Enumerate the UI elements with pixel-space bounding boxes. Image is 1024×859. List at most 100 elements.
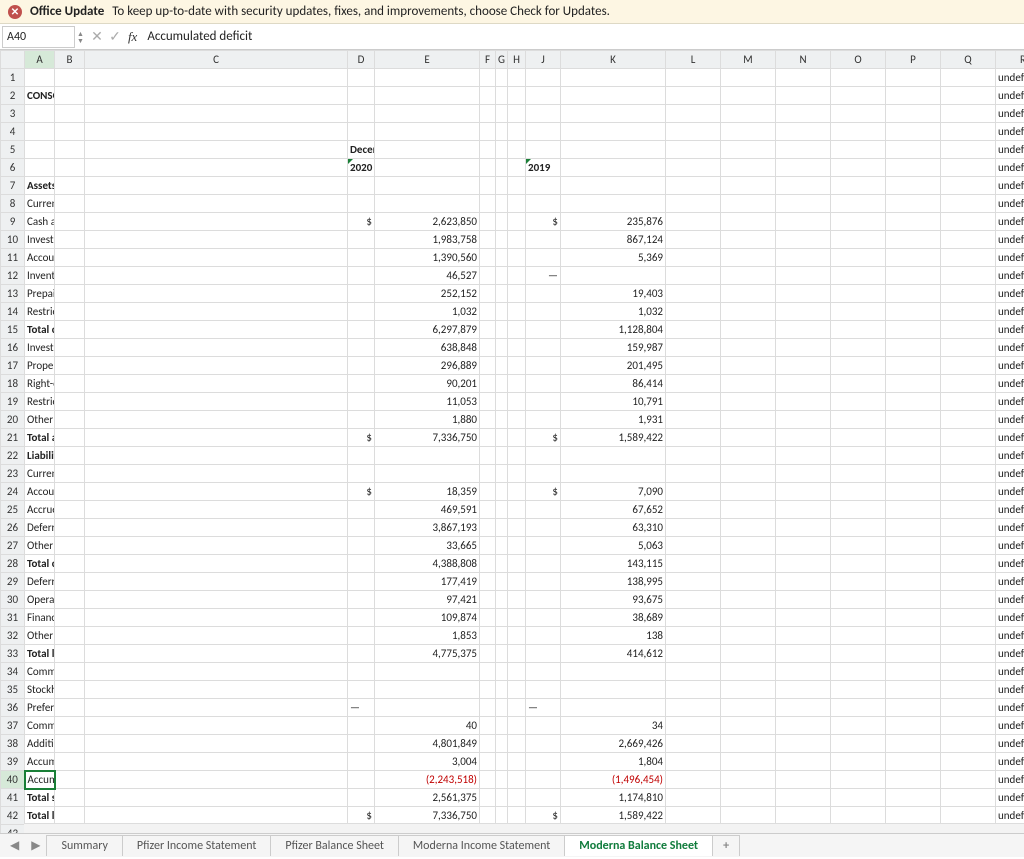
cell-F6[interactable]	[480, 159, 496, 177]
cell-K35[interactable]	[561, 681, 666, 699]
cell-A18[interactable]: Right-of-use assets, operating leases	[25, 375, 55, 393]
cell-O33[interactable]	[831, 645, 886, 663]
cell-L40[interactable]	[666, 771, 721, 789]
cell-C13[interactable]	[85, 285, 348, 303]
cell-Q41[interactable]	[941, 789, 996, 807]
cell-B9[interactable]	[55, 213, 85, 231]
cell-N3[interactable]	[776, 105, 831, 123]
cell-J13[interactable]	[526, 285, 561, 303]
cell-P26[interactable]	[886, 519, 941, 537]
cell-K10[interactable]: 867,124	[561, 231, 666, 249]
cell-K28[interactable]: 143,115	[561, 555, 666, 573]
cell-N32[interactable]	[776, 627, 831, 645]
cell-K15[interactable]: 1,128,804	[561, 321, 666, 339]
cell-M38[interactable]	[721, 735, 776, 753]
row-header-26[interactable]: 26	[1, 519, 25, 537]
cell-Q20[interactable]	[941, 411, 996, 429]
cell-N36[interactable]	[776, 699, 831, 717]
cell-H34[interactable]	[508, 663, 526, 681]
cell-A21[interactable]: Total assets	[25, 429, 55, 447]
cell-H16[interactable]	[508, 339, 526, 357]
cell-N13[interactable]	[776, 285, 831, 303]
cell-F26[interactable]	[480, 519, 496, 537]
cell-K8[interactable]	[561, 195, 666, 213]
cell-F20[interactable]	[480, 411, 496, 429]
cell-F31[interactable]	[480, 609, 496, 627]
cell-F7[interactable]	[480, 177, 496, 195]
cell-G21[interactable]	[496, 429, 508, 447]
row-header-40[interactable]: 40	[1, 771, 25, 789]
cell-G13[interactable]	[496, 285, 508, 303]
cell-K3[interactable]	[561, 105, 666, 123]
row-header-36[interactable]: 36	[1, 699, 25, 717]
cell-F25[interactable]	[480, 501, 496, 519]
cell-O28[interactable]	[831, 555, 886, 573]
cell-O38[interactable]	[831, 735, 886, 753]
cell-M31[interactable]	[721, 609, 776, 627]
cell-K16[interactable]: 159,987	[561, 339, 666, 357]
cell-D35[interactable]	[348, 681, 375, 699]
col-header-A[interactable]: A	[25, 51, 55, 69]
col-header-F[interactable]: F	[480, 51, 496, 69]
cell-D19[interactable]	[348, 393, 375, 411]
spreadsheet-grid[interactable]: ABCDEFGHJKLMNOPQRS1undefined2CONSOLIDATE…	[0, 50, 1024, 833]
cell-C8[interactable]	[85, 195, 348, 213]
cell-R2[interactable]: undefined	[996, 87, 1024, 105]
cell-H36[interactable]	[508, 699, 526, 717]
cell-P28[interactable]	[886, 555, 941, 573]
cell-M25[interactable]	[721, 501, 776, 519]
row-header-43[interactable]: 43	[1, 825, 25, 834]
cell-D20[interactable]	[348, 411, 375, 429]
cell-H10[interactable]	[508, 231, 526, 249]
cell-F18[interactable]	[480, 375, 496, 393]
cell-G10[interactable]	[496, 231, 508, 249]
cell-H7[interactable]	[508, 177, 526, 195]
cell-N41[interactable]	[776, 789, 831, 807]
cell-J33[interactable]	[526, 645, 561, 663]
cell-P42[interactable]	[886, 807, 941, 825]
cell-K29[interactable]: 138,995	[561, 573, 666, 591]
cell-H15[interactable]	[508, 321, 526, 339]
cell-G24[interactable]	[496, 483, 508, 501]
cell-L35[interactable]	[666, 681, 721, 699]
cell-M26[interactable]	[721, 519, 776, 537]
cell-M39[interactable]	[721, 753, 776, 771]
cell-E37[interactable]: 40	[375, 717, 480, 735]
cell-G7[interactable]	[496, 177, 508, 195]
cell-B24[interactable]	[55, 483, 85, 501]
cell-O37[interactable]	[831, 717, 886, 735]
cell-N27[interactable]	[776, 537, 831, 555]
cell-E28[interactable]: 4,388,808	[375, 555, 480, 573]
cell-O27[interactable]	[831, 537, 886, 555]
cell-L39[interactable]	[666, 753, 721, 771]
cell-A6[interactable]	[25, 159, 55, 177]
cell-C21[interactable]	[85, 429, 348, 447]
cell-L11[interactable]	[666, 249, 721, 267]
formula-input[interactable]: Accumulated deficit	[141, 29, 1024, 44]
cell-D32[interactable]	[348, 627, 375, 645]
cell-N40[interactable]	[776, 771, 831, 789]
cell-N22[interactable]	[776, 447, 831, 465]
cell-P16[interactable]	[886, 339, 941, 357]
row-header-15[interactable]: 15	[1, 321, 25, 339]
cell-F1[interactable]	[480, 69, 496, 87]
cell-N31[interactable]	[776, 609, 831, 627]
cell-Q35[interactable]	[941, 681, 996, 699]
cell-A41[interactable]: Total stockholders' equity	[25, 789, 55, 807]
cell-C36[interactable]	[85, 699, 348, 717]
cell-G6[interactable]	[496, 159, 508, 177]
cell-D31[interactable]	[348, 609, 375, 627]
cell-P4[interactable]	[886, 123, 941, 141]
col-header-G[interactable]: G	[496, 51, 508, 69]
cell-N24[interactable]	[776, 483, 831, 501]
cell-P14[interactable]	[886, 303, 941, 321]
cell-P3[interactable]	[886, 105, 941, 123]
cell-P6[interactable]	[886, 159, 941, 177]
cell-D7[interactable]	[348, 177, 375, 195]
cell-B29[interactable]	[55, 573, 85, 591]
cell-P31[interactable]	[886, 609, 941, 627]
cell-L7[interactable]	[666, 177, 721, 195]
cell-D28[interactable]	[348, 555, 375, 573]
row-header-37[interactable]: 37	[1, 717, 25, 735]
cell-A36[interactable]: Preferred stock, $0.0001 par value; 162,…	[25, 699, 55, 717]
